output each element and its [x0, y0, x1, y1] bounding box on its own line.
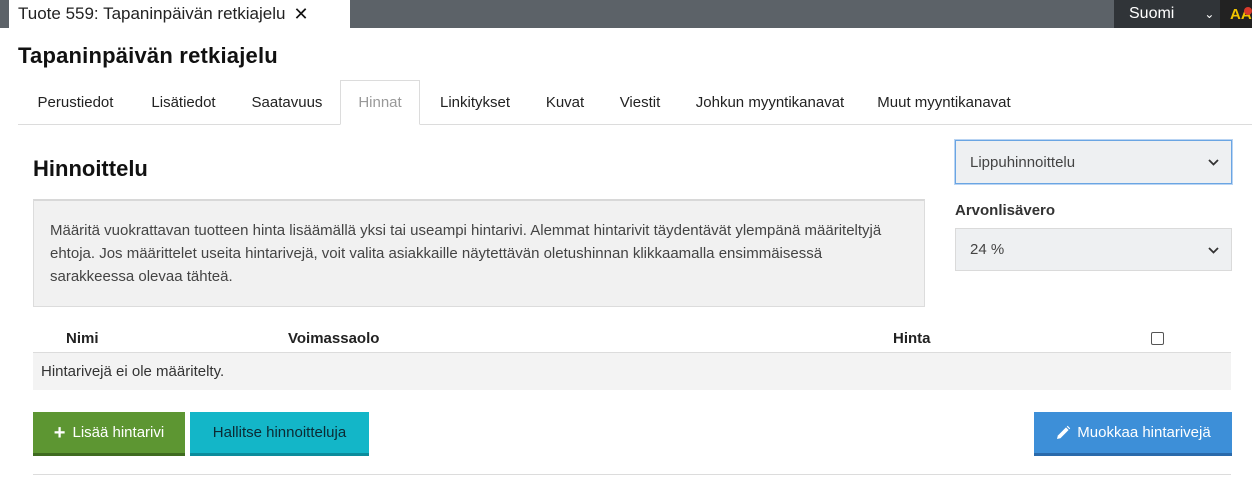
- column-price: Hinta: [893, 330, 931, 347]
- tab-kuvat[interactable]: Kuvat: [530, 80, 600, 124]
- vat-select[interactable]: 24 %: [955, 228, 1232, 271]
- tab-bar: Perustiedot Lisätiedot Saatavuus Hinnat …: [18, 80, 1252, 125]
- table-row: Hintarivejä ei ole määritelty.: [33, 353, 1231, 390]
- divider: [33, 474, 1231, 475]
- pencil-icon: [1055, 425, 1071, 441]
- pricing-type-select[interactable]: Lippuhinnoittelu: [955, 140, 1232, 184]
- column-validity: Voimassaolo: [288, 330, 380, 347]
- table-header: Nimi Voimassaolo Hinta: [33, 326, 1231, 353]
- chevron-down-icon: [1208, 243, 1219, 257]
- edit-price-rows-button[interactable]: Muokkaa hintarivejä: [1034, 412, 1232, 456]
- tab-viestit[interactable]: Viestit: [600, 80, 680, 124]
- add-price-row-button[interactable]: + Lisää hintarivi: [33, 412, 185, 456]
- tab-perustiedot[interactable]: Perustiedot: [18, 80, 133, 124]
- chevron-down-icon: [1208, 155, 1219, 169]
- document-tab[interactable]: Tuote 559: Tapaninpäivän retkiajelu ✕: [9, 0, 350, 28]
- close-icon[interactable]: ✕: [293, 4, 308, 25]
- info-text: Määritä vuokrattavan tuotteen hinta lisä…: [50, 222, 882, 285]
- manage-pricing-button[interactable]: Hallitse hinnoitteluja: [190, 412, 369, 456]
- tab-muut-myyntikanavat[interactable]: Muut myyntikanavat: [860, 80, 1028, 124]
- info-box: Määritä vuokrattavan tuotteen hinta lisä…: [33, 199, 925, 307]
- edit-price-rows-label: Muokkaa hintarivejä: [1077, 424, 1211, 441]
- tab-saatavuus[interactable]: Saatavuus: [234, 80, 340, 124]
- vat-label: Arvonlisävero: [955, 202, 1056, 219]
- tab-hinnat[interactable]: Hinnat: [340, 80, 420, 125]
- pricing-type-value: Lippuhinnoittelu: [970, 153, 1076, 171]
- section-title: Hinnoittelu: [33, 156, 148, 181]
- language-select[interactable]: Suomi ⌄: [1114, 0, 1220, 28]
- notification-dot: [1244, 7, 1252, 15]
- tab-lisatiedot[interactable]: Lisätiedot: [133, 80, 234, 124]
- top-bar: Tuote 559: Tapaninpäivän retkiajelu ✕ Su…: [0, 0, 1252, 28]
- column-name: Nimi: [66, 330, 99, 347]
- plus-icon: +: [53, 421, 66, 444]
- language-label: Suomi: [1129, 5, 1175, 22]
- tab-linkitykset[interactable]: Linkitykset: [420, 80, 530, 124]
- page-title: Tapaninpäivän retkiajelu: [18, 43, 278, 68]
- manage-pricing-label: Hallitse hinnoitteluja: [212, 424, 347, 441]
- tab-johkun-myyntikanavat[interactable]: Johkun myyntikanavat: [680, 80, 860, 124]
- add-price-row-label: Lisää hintarivi: [72, 424, 165, 441]
- chevron-down-icon: ⌄: [1204, 7, 1215, 21]
- document-tab-title: Tuote 559: Tapaninpäivän retkiajelu: [18, 4, 286, 23]
- select-all-checkbox[interactable]: [1151, 332, 1164, 345]
- empty-table-text: Hintarivejä ei ole määritelty.: [41, 363, 225, 380]
- vat-value: 24 %: [970, 241, 1005, 258]
